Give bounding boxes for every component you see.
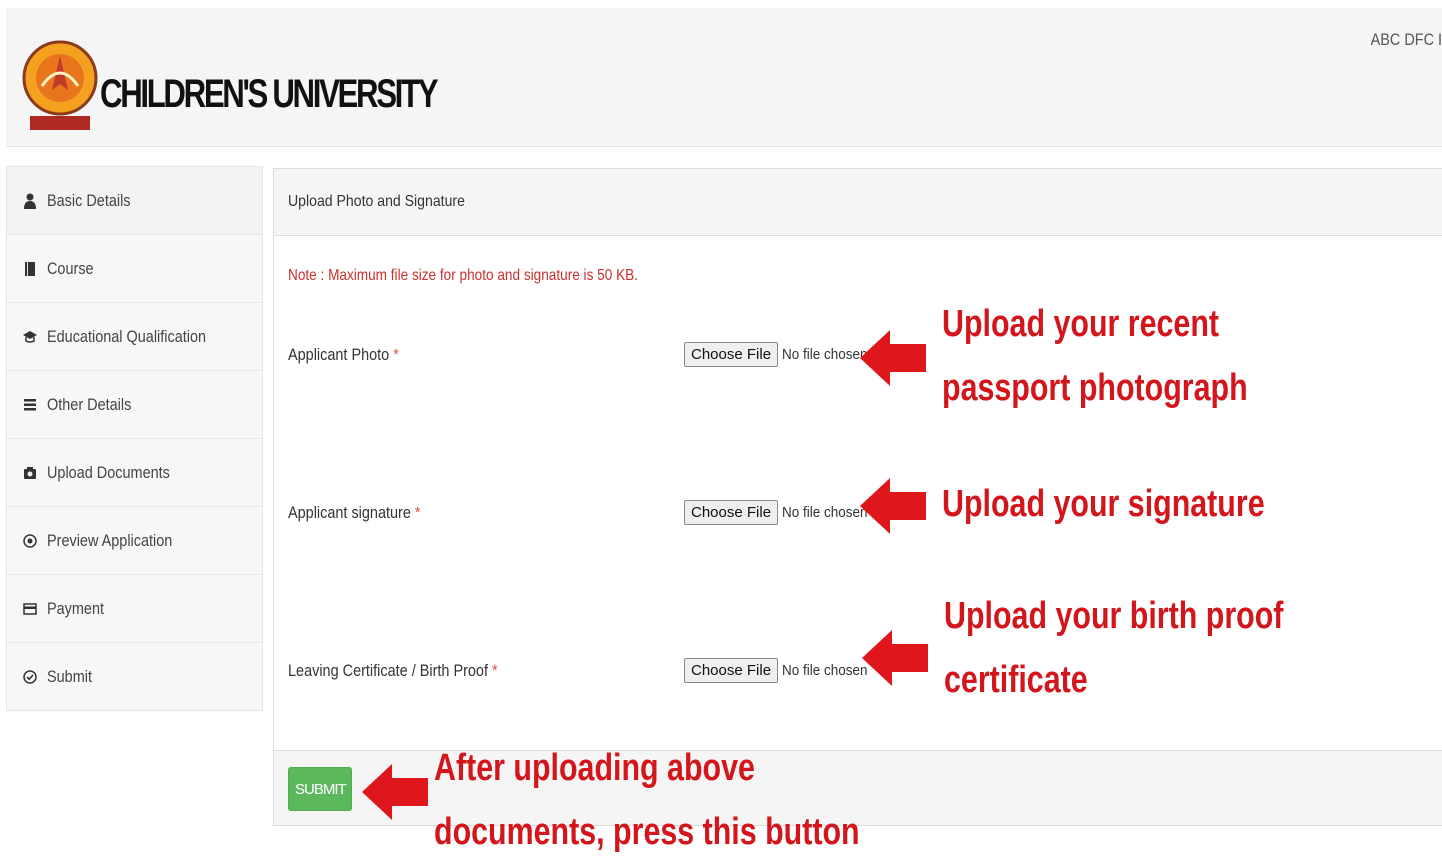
annotation-birth-proof: Upload your birth proof certificate: [944, 584, 1283, 712]
brand-title: CHILDREN'S UNIVERSITY: [100, 72, 439, 116]
arrow-left-icon: [862, 630, 928, 686]
required-mark: *: [492, 661, 498, 680]
annotation-submit: After uploading above documents, press t…: [434, 736, 860, 864]
user-icon: [19, 193, 41, 209]
annotation-signature: Upload your signature: [942, 472, 1265, 536]
annotation-photo: Upload your recent passport photograph: [942, 292, 1248, 420]
graduation-icon: [19, 330, 41, 344]
sidebar-item-label: Educational Qualification: [47, 326, 207, 346]
applicant-photo-input[interactable]: Choose File No file chosen: [684, 342, 877, 367]
upload-icon: [19, 466, 41, 480]
field-label-text: Applicant Photo: [288, 345, 390, 364]
sidebar-item-label: Course: [47, 258, 94, 278]
file-status: No file chosen: [782, 662, 868, 679]
sidebar-item-label: Submit: [47, 666, 92, 686]
annotation-line: Upload your signature: [942, 483, 1265, 525]
sidebar-item-educational-qualification[interactable]: Educational Qualification: [7, 303, 262, 371]
list-icon: [19, 398, 41, 412]
header: CHILDREN'S UNIVERSITY ABC DFC I: [6, 8, 1442, 147]
panel-title: Upload Photo and Signature: [288, 193, 465, 210]
check-circle-icon: [19, 669, 41, 684]
birth-proof-label: Leaving Certificate / Birth Proof *: [288, 661, 498, 681]
annotation-line: Upload your recent: [942, 303, 1220, 345]
arrow-left-icon: [860, 330, 926, 386]
credit-card-icon: [19, 602, 41, 615]
birth-proof-input[interactable]: Choose File No file chosen: [684, 658, 877, 683]
applicant-photo-label: Applicant Photo *: [288, 345, 399, 365]
choose-file-button[interactable]: Choose File: [684, 342, 779, 367]
sidebar-item-course[interactable]: Course: [7, 235, 262, 303]
sidebar-item-basic-details[interactable]: Basic Details: [7, 167, 262, 235]
book-icon: [19, 261, 41, 277]
file-status: No file chosen: [782, 504, 868, 521]
sidebar-item-upload-documents[interactable]: Upload Documents: [7, 439, 262, 507]
arrow-left-icon: [860, 478, 926, 534]
submit-button[interactable]: SUBMIT: [288, 767, 352, 811]
panel-header: Upload Photo and Signature: [274, 169, 1442, 236]
arrow-left-icon: [362, 764, 428, 820]
sidebar-item-payment[interactable]: Payment: [7, 575, 262, 643]
annotation-line: passport photograph: [942, 367, 1248, 409]
annotation-line: certificate: [944, 659, 1088, 701]
applicant-signature-input[interactable]: Choose File No file chosen: [684, 500, 877, 525]
annotation-line: Upload your birth proof: [944, 595, 1284, 637]
annotation-line: After uploading above: [434, 747, 755, 789]
required-mark: *: [414, 503, 421, 522]
eye-icon: [19, 533, 41, 548]
sidebar-nav: Basic Details Course Educational Qualifi…: [6, 166, 263, 711]
sidebar-item-label: Payment: [47, 598, 105, 618]
user-name[interactable]: ABC DFC I: [1371, 30, 1442, 50]
sidebar-item-other-details[interactable]: Other Details: [7, 371, 262, 439]
sidebar-item-label: Preview Application: [47, 530, 173, 550]
sidebar-item-label: Other Details: [47, 394, 132, 414]
file-status: No file chosen: [782, 346, 868, 363]
file-size-note: Note : Maximum file size for photo and s…: [288, 267, 638, 284]
sidebar-item-submit[interactable]: Submit: [7, 643, 262, 710]
applicant-signature-label: Applicant signature *: [288, 503, 421, 523]
choose-file-button[interactable]: Choose File: [684, 500, 779, 525]
choose-file-button[interactable]: Choose File: [684, 658, 779, 683]
sidebar-item-preview-application[interactable]: Preview Application: [7, 507, 262, 575]
university-logo: [22, 20, 98, 138]
annotation-line: documents, press this button: [434, 811, 860, 853]
required-mark: *: [393, 345, 399, 364]
field-label-text: Applicant signature: [288, 503, 411, 522]
sidebar-item-label: Upload Documents: [47, 462, 170, 482]
sidebar-item-label: Basic Details: [47, 190, 131, 210]
field-label-text: Leaving Certificate / Birth Proof: [288, 661, 488, 680]
